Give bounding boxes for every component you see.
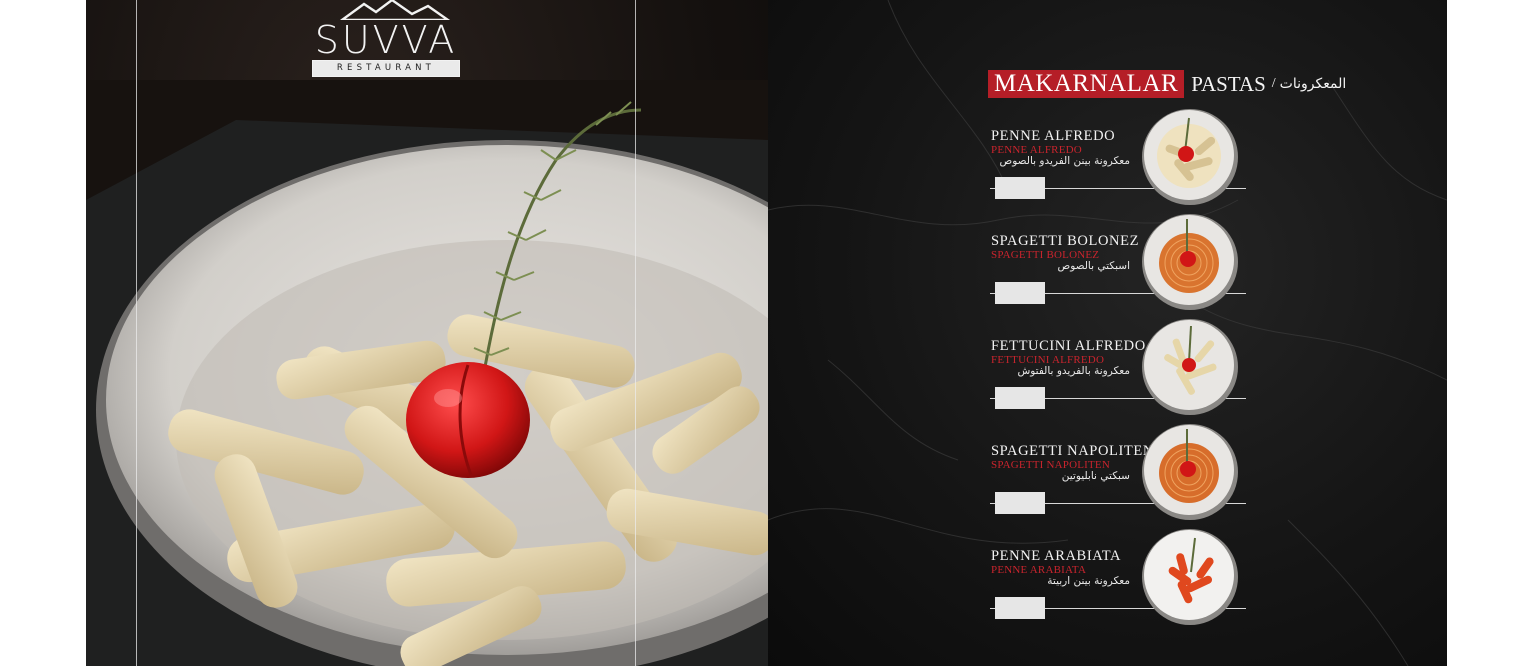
section-title-tr: MAKARNALAR [988,70,1185,98]
dish-photo-fettucini [1142,319,1238,415]
section-title-en: PASTAS [1191,71,1266,96]
brand-tagline: RESTAURANT [312,60,460,77]
price-placeholder [995,177,1045,199]
menu-item-spagetti-bolonez[interactable]: SPAGETTI BOLONEZ SPAGETTI BOLONEZ اسبكتي… [990,213,1250,318]
menu-item-name: SPAGETTI BOLONEZ [991,233,1140,249]
menu-right-page: MAKARNALAR PASTAS / المعكرونات PENNE ALF… [768,0,1447,666]
menu-item-arabic-name: معكرونة بالفريدو بالفتوش [1017,365,1130,377]
brand-name: SUVVA [314,18,458,62]
dish-photo-spaghetti [1142,424,1238,520]
dish-photo-cream-pasta [1142,109,1238,205]
price-placeholder [995,492,1045,514]
price-placeholder [995,597,1045,619]
dish-photo-penne-arabiata [1142,529,1238,625]
price-placeholder [995,282,1045,304]
brand-logo: SUVVA RESTAURANT [312,0,460,80]
menu-left-page: SUVVA RESTAURANT [86,0,768,666]
frame-line-right [635,0,636,666]
menu-item-arabic-name: معكرونة بينن اربيتة [1047,575,1130,587]
menu-item-name: SPAGETTI NAPOLITEN [991,443,1154,459]
menu-item-name: PENNE ALFREDO [991,128,1116,144]
menu-item-name: FETTUCINI ALFREDO [991,338,1146,354]
section-header: MAKARNALAR PASTAS / المعكرونات [988,70,1346,98]
penne-alfredo-photo [86,80,768,666]
menu-item-list: PENNE ALFREDO PENNE ALFREDO معكرونة بينن… [990,108,1250,633]
menu-item-penne-alfredo[interactable]: PENNE ALFREDO PENNE ALFREDO معكرونة بينن… [990,108,1250,213]
dish-photo-spaghetti [1142,214,1238,310]
price-placeholder [995,387,1045,409]
menu-item-fettucini-alfredo[interactable]: FETTUCINI ALFREDO FETTUCINI ALFREDO معكر… [990,318,1250,423]
menu-item-spagetti-napoliten[interactable]: SPAGETTI NAPOLITEN SPAGETTI NAPOLITEN سب… [990,423,1250,528]
mountain-icon [339,0,451,20]
frame-line-left [136,0,137,666]
menu-item-arabic-name: اسبكتي بالصوص [1057,260,1131,272]
menu-item-penne-arabiata[interactable]: PENNE ARABIATA PENNE ARABIATA معكرونة بي… [990,528,1250,633]
section-title-ar: المعكرونات [1279,76,1347,92]
menu-item-arabic-name: معكرونة بينن الفريدو بالصوص [999,155,1130,167]
menu-item-arabic-name: سبكتي نابليوتين [1061,470,1130,482]
section-title-separator: / [1271,76,1276,91]
menu-item-name: PENNE ARABIATA [991,548,1122,564]
